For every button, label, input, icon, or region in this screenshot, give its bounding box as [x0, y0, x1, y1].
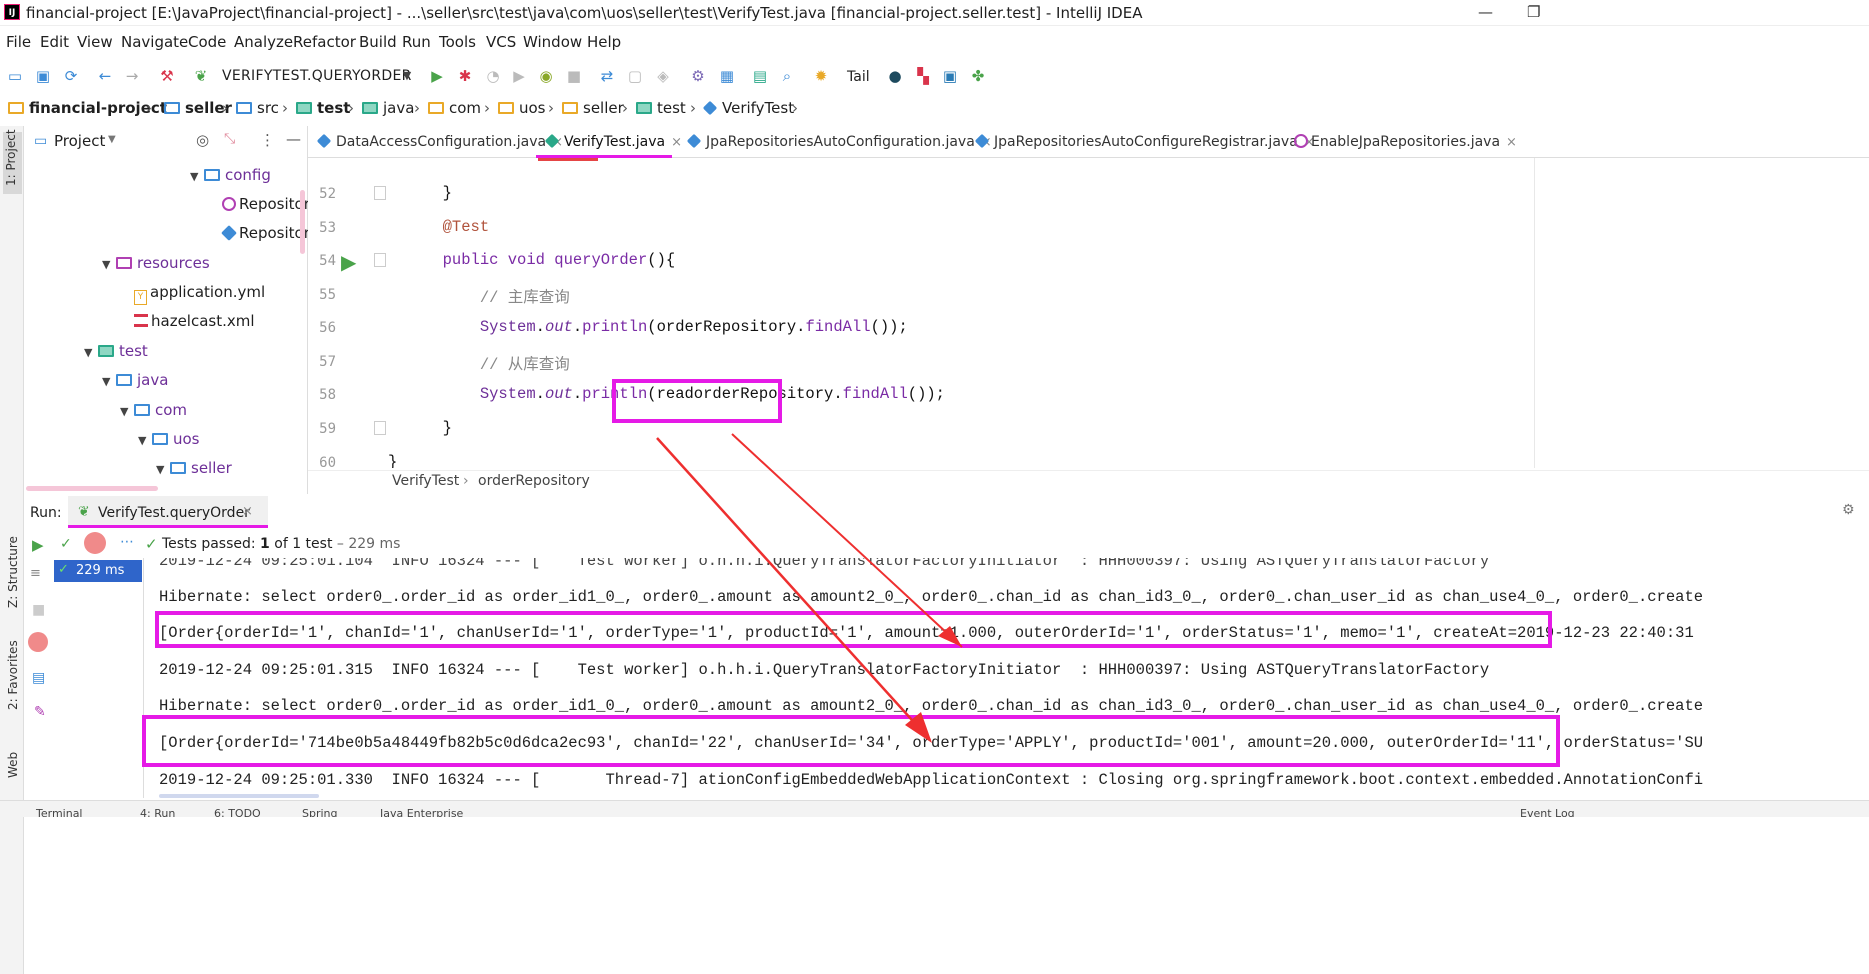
java-enterprise-tool-button[interactable]: Java Enterprise: [380, 807, 463, 817]
terminal-tool-button[interactable]: Terminal: [36, 807, 83, 817]
arrow-to-slave-result: [656, 437, 931, 741]
spring-tool-button[interactable]: Spring: [302, 807, 338, 817]
bottom-tool-bar: Terminal 4: Run 6: TODO Spring Java Ente…: [0, 800, 1869, 817]
todo-tool-button[interactable]: 6: TODO: [214, 807, 261, 817]
annotation-arrows: [656, 433, 963, 743]
event-log-tool-button[interactable]: Event Log: [1520, 807, 1575, 817]
run-tool-button[interactable]: 4: Run: [140, 807, 175, 817]
arrow-to-master-result: [731, 433, 963, 648]
